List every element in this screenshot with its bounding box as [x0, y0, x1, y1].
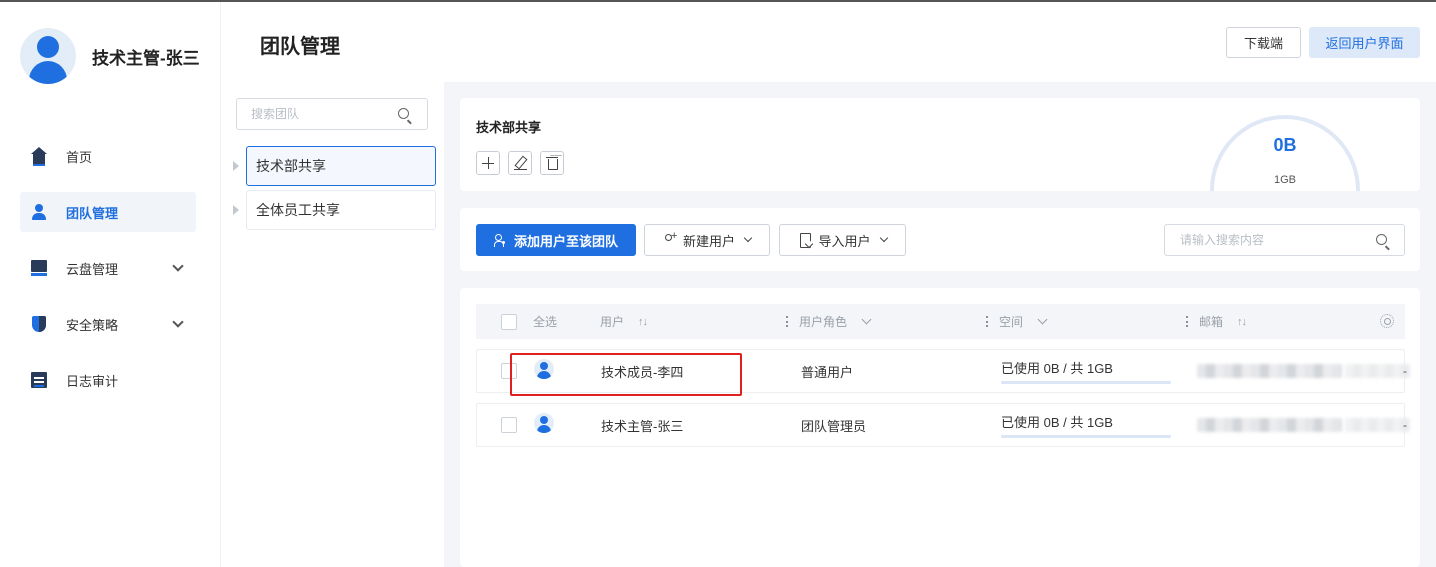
email-redacted-extra: [1345, 418, 1410, 432]
chevron-down-icon[interactable]: [172, 316, 184, 328]
gear-icon[interactable]: [1380, 314, 1394, 328]
profile-name: 技术主管-张三: [92, 48, 200, 68]
email-redacted-extra: [1345, 364, 1410, 378]
column-user[interactable]: 用户 ↑↓: [600, 304, 648, 339]
select-all-checkbox-cell: [501, 304, 517, 339]
highlight-annotation: [510, 353, 742, 396]
team-item-all-staff-share[interactable]: 全体员工共享: [246, 190, 436, 230]
cloud-disk-icon: [30, 259, 48, 277]
chevron-down-icon: [879, 233, 888, 243]
add-user-icon: [493, 233, 508, 247]
column-role[interactable]: 用户角色: [799, 304, 872, 339]
new-user-label: 新建用户: [682, 233, 735, 249]
column-space-label: 空间: [999, 315, 1024, 329]
sidebar-item-team-management[interactable]: 团队管理: [20, 192, 196, 232]
avatar: [534, 413, 554, 433]
select-all-label[interactable]: 全选: [533, 304, 557, 339]
user-search-box: [1164, 224, 1405, 256]
column-email[interactable]: 邮箱 ↑↓: [1199, 304, 1247, 339]
add-user-to-team-button[interactable]: 添加用户至该团队: [476, 224, 636, 256]
space-usage-text: 已使用 0B / 共 1GB: [1001, 361, 1113, 376]
avatar-head: [37, 36, 59, 58]
table-header: 全选 用户 ↑↓ 用户角色 空间 邮箱 ↑↓: [476, 304, 1405, 339]
sidebar-divider: [220, 2, 221, 567]
sidebar-item-label: 云盘管理: [66, 261, 119, 277]
column-space[interactable]: 空间: [999, 304, 1048, 339]
sort-icon[interactable]: ↑↓: [638, 316, 648, 328]
column-email-label: 邮箱: [1199, 315, 1224, 329]
home-icon: [30, 147, 48, 166]
add-user-to-team-label: 添加用户至该团队: [513, 233, 618, 249]
email-redacted: [1197, 364, 1342, 378]
team-search-box: [236, 98, 428, 130]
search-icon[interactable]: [1376, 234, 1387, 245]
add-member-button[interactable]: [476, 151, 500, 175]
row-checkbox[interactable]: [501, 417, 517, 433]
column-resize-handle[interactable]: [986, 316, 988, 327]
user-search-input[interactable]: [1165, 225, 1365, 255]
user-name[interactable]: 技术主管-张三: [601, 404, 683, 446]
quota-used: 0B: [1273, 135, 1297, 155]
column-user-label: 用户: [600, 315, 625, 329]
sidebar-item-label: 安全策略: [66, 317, 119, 333]
sidebar-item-log-audit[interactable]: 日志审计: [20, 360, 196, 400]
search-icon[interactable]: [398, 108, 409, 119]
avatar[interactable]: [20, 28, 76, 84]
filter-dropdown-icon[interactable]: [861, 314, 872, 325]
chevron-down-icon: [743, 233, 753, 243]
action-bar: 添加用户至该团队 新建用户 导入用户: [460, 208, 1420, 271]
chevron-down-icon[interactable]: [172, 260, 184, 272]
user-avatar-cell: [534, 402, 554, 444]
quota-total: 1GB: [1273, 174, 1296, 186]
select-all-checkbox[interactable]: [501, 313, 517, 330]
table-row[interactable]: 技术主管-张三 团队管理员 已使用 0B / 共 1GB -: [476, 402, 1410, 447]
sidebar-nav: 首页 团队管理 云盘管理 安全策略 日志审计: [20, 136, 196, 416]
return-user-interface-button[interactable]: 返回用户界面: [1309, 27, 1420, 58]
team-name: 技术部共享: [476, 120, 542, 135]
row-extra-value: -: [1403, 418, 1407, 432]
avatar-body: [29, 61, 67, 84]
import-user-button[interactable]: 导入用户: [779, 224, 906, 256]
row-checkbox-cell: [501, 404, 517, 446]
space-usage-text: 已使用 0B / 共 1GB: [1001, 415, 1113, 430]
import-file-icon: [798, 233, 812, 248]
profile: 技术主管-张三: [20, 28, 200, 84]
sidebar-item-label: 首页: [66, 149, 93, 165]
filter-dropdown-icon[interactable]: [1037, 314, 1048, 325]
space-usage-bar: [1001, 435, 1171, 438]
delete-team-button[interactable]: [540, 151, 564, 175]
sidebar-item-label: 日志审计: [66, 373, 119, 389]
team-search-input[interactable]: [237, 99, 387, 129]
row-extra-value: -: [1403, 364, 1407, 378]
new-user-button[interactable]: 新建用户: [644, 224, 770, 256]
caret-right-icon[interactable]: [233, 161, 239, 171]
sidebar-item-home[interactable]: 首页: [20, 136, 196, 176]
space-usage: 已使用 0B / 共 1GB: [1001, 412, 1171, 438]
user-table: 全选 用户 ↑↓ 用户角色 空间 邮箱 ↑↓ 技术成员-李四 普通用户 已使用 …: [460, 288, 1420, 567]
user-role: 团队管理员: [801, 418, 867, 434]
team-item-tech-share[interactable]: 技术部共享: [246, 146, 436, 186]
column-resize-handle[interactable]: [786, 316, 788, 327]
sidebar-item-security-policy[interactable]: 安全策略: [20, 304, 196, 344]
sidebar-item-cloud-disk[interactable]: 云盘管理: [20, 248, 196, 288]
team-info-card: 技术部共享 0B 1GB: [460, 98, 1420, 191]
page-title: 团队管理: [260, 36, 340, 58]
shield-icon: [30, 315, 48, 333]
sidebar: 技术主管-张三 首页 团队管理 云盘管理 安全策略 日志审计: [0, 2, 220, 567]
import-user-label: 导入用户: [818, 233, 871, 249]
download-client-button[interactable]: 下载端: [1226, 27, 1301, 58]
edit-team-button[interactable]: [508, 151, 532, 175]
space-usage: 已使用 0B / 共 1GB: [1001, 358, 1171, 384]
log-icon: [30, 371, 48, 389]
team-icon: [30, 203, 48, 221]
sidebar-item-label: 团队管理: [66, 205, 119, 221]
caret-right-icon[interactable]: [233, 205, 239, 215]
column-resize-handle[interactable]: [1186, 316, 1188, 327]
new-user-icon: [663, 230, 677, 247]
user-role: 普通用户: [801, 364, 854, 380]
column-role-label: 用户角色: [799, 315, 848, 329]
email-redacted: [1197, 418, 1342, 432]
sort-icon[interactable]: ↑↓: [1237, 316, 1247, 328]
space-usage-bar: [1001, 381, 1171, 384]
